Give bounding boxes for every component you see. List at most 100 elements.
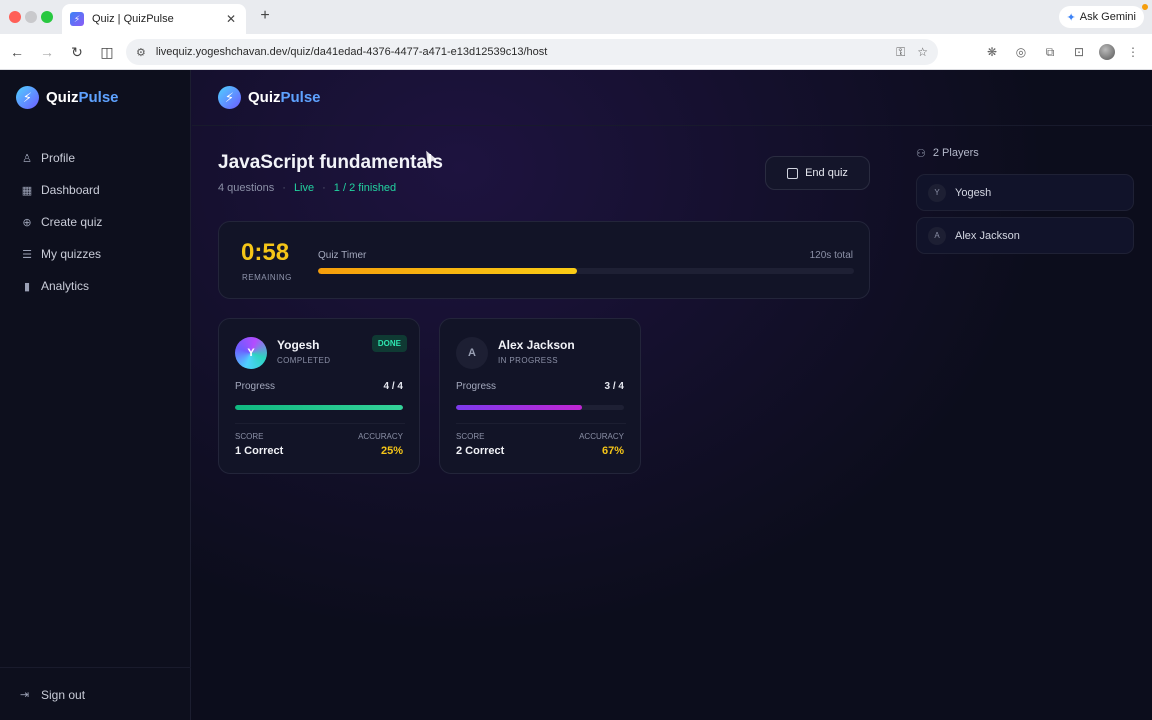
timer-remaining-label: REMAINING: [242, 273, 292, 282]
brand-name: QuizPulse: [248, 89, 321, 106]
quizpulse-favicon-icon: ⚡: [70, 12, 84, 26]
avatar: Y: [235, 337, 267, 369]
progress-label: Progress: [456, 381, 497, 392]
bolt-logo-icon: ⚡: [218, 86, 241, 109]
ask-gemini-button[interactable]: ✦ Ask Gemini: [1058, 6, 1144, 28]
back-icon[interactable]: ←: [4, 39, 30, 65]
list-item: Y Yogesh: [916, 174, 1134, 211]
end-quiz-label: End quiz: [805, 167, 848, 179]
progress-label: Progress: [235, 381, 276, 392]
progress-count: 3 / 4: [604, 381, 624, 392]
player-name: Alex Jackson: [955, 229, 1020, 242]
sidebar: ⚡ QuizPulse ♙ Profile ▦ Dashboard ⊕ Crea…: [0, 70, 191, 720]
card-divider: [235, 423, 405, 424]
sidebar-item-my-quizzes[interactable]: ☰ My quizzes: [0, 238, 191, 270]
player-card-alex-jackson: A Alex Jackson IN PROGRESS Progress 3 / …: [439, 318, 641, 474]
puzzle-extensions-icon[interactable]: ⧉: [1039, 41, 1061, 63]
sidebar-item-dashboard[interactable]: ▦ Dashboard: [0, 174, 191, 206]
bar-chart-icon: ▮: [23, 280, 31, 293]
accuracy-label: ACCURACY: [358, 432, 403, 441]
progress-track: [235, 405, 403, 410]
sidebar-item-label: Analytics: [41, 279, 90, 293]
sign-out-icon: ⇥: [20, 689, 30, 701]
live-status: Live: [293, 182, 315, 194]
accuracy-label: ACCURACY: [579, 432, 624, 441]
page-title: JavaScript fundamentals: [218, 152, 443, 173]
reload-icon[interactable]: ↻: [64, 39, 90, 65]
profile-avatar[interactable]: [1099, 44, 1115, 60]
sidebar-item-label: Dashboard: [41, 183, 100, 197]
players-panel: ⚇ 2 Players Y Yogesh A Alex Jackson: [916, 144, 1134, 254]
sidebar-item-create-quiz[interactable]: ⊕ Create quiz: [0, 206, 191, 238]
close-tab-icon[interactable]: ✕: [224, 12, 238, 26]
topbar-brand[interactable]: ⚡ QuizPulse: [218, 86, 321, 109]
player-name: Yogesh: [955, 186, 992, 199]
plus-circle-icon: ⊕: [22, 216, 32, 229]
players-count: 2 Players: [932, 147, 979, 159]
players-list: Y Yogesh A Alex Jackson: [916, 174, 1134, 254]
tab-strip: ⚡ Quiz | QuizPulse ✕ + ✦ Ask Gemini: [0, 0, 1152, 34]
forward-icon[interactable]: →: [34, 39, 60, 65]
sign-out-button[interactable]: ⇥ Sign out: [0, 678, 191, 710]
sidebar-item-label: My quizzes: [41, 247, 102, 261]
timer-value: 0:58: [241, 239, 290, 266]
brand-name: QuizPulse: [46, 89, 119, 106]
close-window-button[interactable]: [9, 11, 21, 23]
site-settings-icon[interactable]: ⚙: [136, 46, 146, 59]
player-status: IN PROGRESS: [498, 356, 558, 365]
tab-search-icon[interactable]: ⊡: [1068, 41, 1090, 63]
ask-gemini-label: Ask Gemini: [1079, 11, 1136, 23]
bookmark-star-icon[interactable]: ☆: [917, 45, 928, 59]
minimize-window-button[interactable]: [25, 11, 37, 23]
app-root: ⚡ QuizPulse ♙ Profile ▦ Dashboard ⊕ Crea…: [0, 70, 1152, 720]
password-key-icon[interactable]: ⚿: [896, 45, 905, 60]
menu-kebab-icon[interactable]: ⋮: [1122, 41, 1144, 63]
sign-out-label: Sign out: [41, 687, 86, 702]
list-icon: ☰: [22, 248, 32, 261]
extension-circle-icon[interactable]: ◎: [1010, 41, 1032, 63]
tab-title: Quiz | QuizPulse: [92, 13, 174, 25]
address-bar[interactable]: ⚙ livequiz.yogeshchavan.dev/quiz/da41eda…: [126, 39, 938, 65]
avatar: A: [456, 337, 488, 369]
stop-square-icon: [787, 167, 799, 179]
browser-chrome: ⚡ Quiz | QuizPulse ✕ + ✦ Ask Gemini ← → …: [0, 0, 1152, 70]
players-header: ⚇ 2 Players: [916, 144, 1134, 162]
quiz-meta: 4 questions · Live · 1 / 2 finished: [218, 182, 396, 194]
new-tab-icon[interactable]: +: [256, 7, 274, 25]
browser-tab-active[interactable]: ⚡ Quiz | QuizPulse ✕: [62, 4, 246, 34]
end-quiz-button[interactable]: End quiz: [765, 156, 870, 190]
timer-progress-fill: [318, 268, 577, 274]
sidebar-item-label: Profile: [41, 151, 76, 165]
score-value: 2 Correct: [456, 445, 505, 457]
sidebar-item-label: Create quiz: [41, 215, 103, 229]
sidebar-item-profile[interactable]: ♙ Profile: [0, 142, 191, 174]
progress-fill: [235, 405, 403, 410]
progress-track: [456, 405, 624, 410]
list-item: A Alex Jackson: [916, 217, 1134, 254]
grid-icon: ▦: [21, 184, 33, 197]
avatar: A: [928, 226, 946, 245]
split-view-icon[interactable]: ◫: [94, 39, 120, 65]
avatar: Y: [928, 183, 946, 202]
maximize-window-button[interactable]: [41, 11, 53, 23]
extension-icon[interactable]: ❋: [981, 41, 1003, 63]
topbar: ⚡ QuizPulse: [192, 70, 1152, 126]
score-label: SCORE: [235, 432, 264, 441]
gemini-sparkle-icon: ✦: [1066, 11, 1076, 24]
sidebar-nav: ♙ Profile ▦ Dashboard ⊕ Create quiz ☰ My…: [0, 142, 191, 302]
meta-separator: ·: [322, 182, 326, 194]
timer-total: 120s total: [809, 250, 853, 261]
sidebar-item-analytics[interactable]: ▮ Analytics: [0, 270, 191, 302]
finished-count: 1 / 2 finished: [333, 182, 397, 194]
users-icon: ⚇: [916, 147, 926, 160]
score-value: 1 Correct: [235, 445, 284, 457]
sidebar-brand[interactable]: ⚡ QuizPulse: [16, 86, 119, 109]
user-icon: ♙: [22, 152, 32, 165]
player-name: Yogesh: [277, 338, 320, 352]
timer-progress-track: [318, 268, 854, 274]
player-status: COMPLETED: [277, 356, 331, 365]
toolbar-actions: ❋ ◎ ⧉ ⊡ ⋮: [974, 39, 1144, 65]
status-badge: DONE: [371, 335, 407, 352]
player-name: Alex Jackson: [498, 338, 575, 352]
player-card-yogesh: Y Yogesh COMPLETED DONE Progress 4 / 4 S…: [218, 318, 420, 474]
